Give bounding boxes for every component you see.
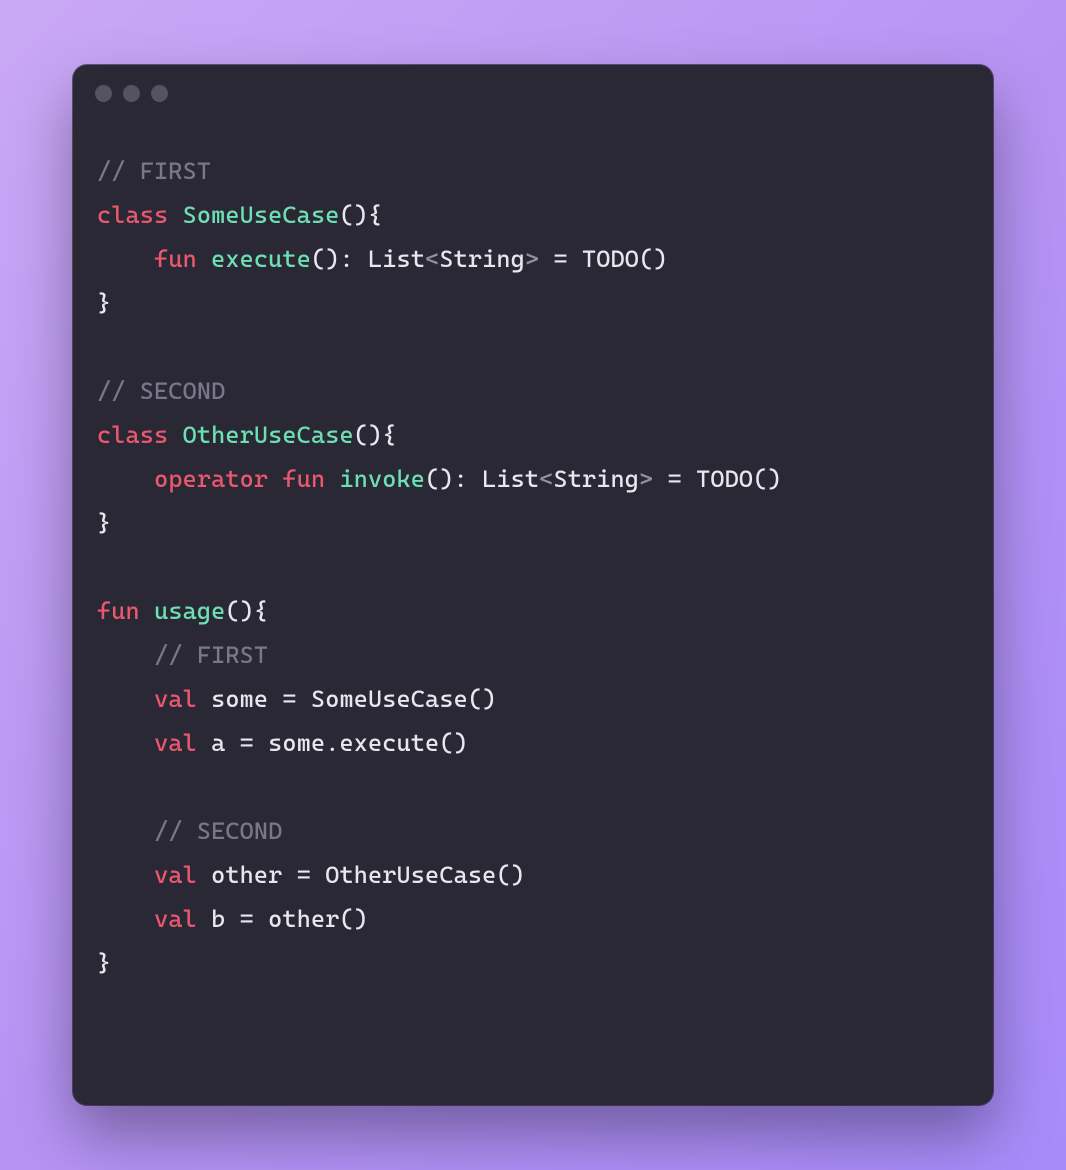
code-type: SomeUseCase bbox=[183, 201, 340, 229]
code-keyword: class bbox=[97, 421, 168, 449]
code-keyword: val bbox=[154, 685, 197, 713]
code-fn: usage bbox=[154, 597, 225, 625]
code-comment: // FIRST bbox=[154, 641, 268, 669]
code-indent bbox=[97, 685, 154, 713]
code-indent bbox=[97, 861, 154, 889]
code-text: : bbox=[454, 465, 483, 493]
code-keyword: val bbox=[154, 729, 197, 757]
code-text: : bbox=[340, 245, 369, 273]
titlebar bbox=[73, 65, 993, 121]
code-type: String bbox=[439, 245, 525, 273]
code-punct: } bbox=[97, 509, 111, 537]
code-text: = TODO() bbox=[539, 245, 667, 273]
code-indent bbox=[97, 245, 154, 273]
close-icon[interactable] bbox=[95, 85, 112, 102]
minimize-icon[interactable] bbox=[123, 85, 140, 102]
code-indent bbox=[97, 465, 154, 493]
code-indent bbox=[97, 729, 154, 757]
code-punct: (){ bbox=[354, 421, 397, 449]
code-content: // FIRST class SomeUseCase(){ fun execut… bbox=[73, 121, 993, 1105]
code-punct: > bbox=[525, 245, 539, 273]
code-type: String bbox=[553, 465, 639, 493]
code-text: b = other() bbox=[197, 905, 368, 933]
code-fn: execute bbox=[211, 245, 311, 273]
code-keyword: fun bbox=[154, 245, 197, 273]
code-type: OtherUseCase bbox=[183, 421, 354, 449]
code-punct: () bbox=[425, 465, 454, 493]
code-punct: } bbox=[97, 949, 111, 977]
code-type: List bbox=[368, 245, 425, 273]
code-text: some = SomeUseCase() bbox=[197, 685, 497, 713]
code-keyword: val bbox=[154, 905, 197, 933]
code-window: // FIRST class SomeUseCase(){ fun execut… bbox=[73, 65, 993, 1105]
code-indent bbox=[97, 641, 154, 669]
code-comment: // FIRST bbox=[97, 157, 211, 185]
code-text: a = some.execute() bbox=[197, 729, 468, 757]
code-punct: < bbox=[539, 465, 553, 493]
code-keyword: fun bbox=[97, 597, 140, 625]
code-comment: // SECOND bbox=[154, 817, 282, 845]
code-punct: (){ bbox=[225, 597, 268, 625]
code-indent bbox=[97, 905, 154, 933]
code-text: other = OtherUseCase() bbox=[197, 861, 525, 889]
code-keyword: fun bbox=[282, 465, 325, 493]
code-text: = TODO() bbox=[653, 465, 781, 493]
code-punct: } bbox=[97, 289, 111, 317]
code-punct: > bbox=[639, 465, 653, 493]
code-keyword: operator bbox=[154, 465, 268, 493]
code-indent bbox=[97, 817, 154, 845]
maximize-icon[interactable] bbox=[151, 85, 168, 102]
code-fn: invoke bbox=[340, 465, 426, 493]
code-type: List bbox=[482, 465, 539, 493]
code-keyword: class bbox=[97, 201, 168, 229]
code-punct: (){ bbox=[339, 201, 382, 229]
code-punct: () bbox=[311, 245, 340, 273]
code-keyword: val bbox=[154, 861, 197, 889]
code-punct: < bbox=[425, 245, 439, 273]
code-comment: // SECOND bbox=[97, 377, 225, 405]
